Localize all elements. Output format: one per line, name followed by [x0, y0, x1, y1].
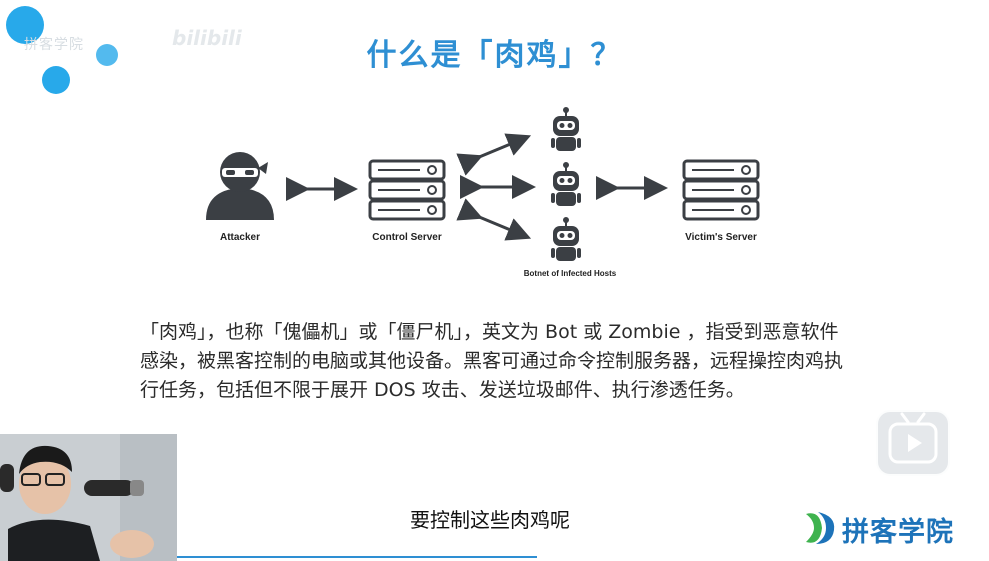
attacker-icon [206, 152, 274, 220]
botnet-diagram: Attacker Control Server Botnet of Infect… [206, 106, 760, 278]
paragraph-line: 「肉鸡」，也称「傀儡机」或「僵尸机」，英文为 Bot 或 Zombie ，指受到… [140, 321, 839, 343]
logo-icon [806, 512, 835, 544]
bot-icon-top [550, 106, 582, 152]
presenter-webcam [0, 434, 177, 561]
play-button[interactable] [876, 410, 950, 476]
control-server-label: Control Server [372, 232, 442, 243]
victim-server-icon [682, 159, 760, 221]
arrow-control-bot-top [456, 133, 532, 176]
victim-server-label: Victim's Server [685, 232, 757, 243]
attacker-label: Attacker [220, 232, 260, 243]
logo-text: 拼客学院 [842, 517, 954, 548]
paragraph-line: 感染，被黑客控制的电脑或其他设备。黑客可通过命令控制服务器，远程操控肉鸡执 [140, 350, 844, 372]
definition-paragraph: 「肉鸡」，也称「傀儡机」或「僵尸机」，英文为 Bot 或 Zombie ，指受到… [140, 318, 860, 405]
bot-icon-middle [550, 161, 582, 207]
video-progress-bar[interactable] [177, 556, 537, 558]
bot-icon-bottom [550, 216, 582, 262]
control-server-icon [368, 159, 446, 221]
arrow-control-bot-bottom [456, 198, 532, 241]
paragraph-line: 行任务，包括但不限于展开 DOS 攻击、发送垃圾邮件、执行渗透任务。 [140, 379, 745, 401]
video-subtitle: 要控制这些肉鸡呢 [402, 500, 578, 537]
play-icon [888, 412, 938, 464]
botnet-label: Botnet of Infected Hosts [524, 269, 617, 278]
